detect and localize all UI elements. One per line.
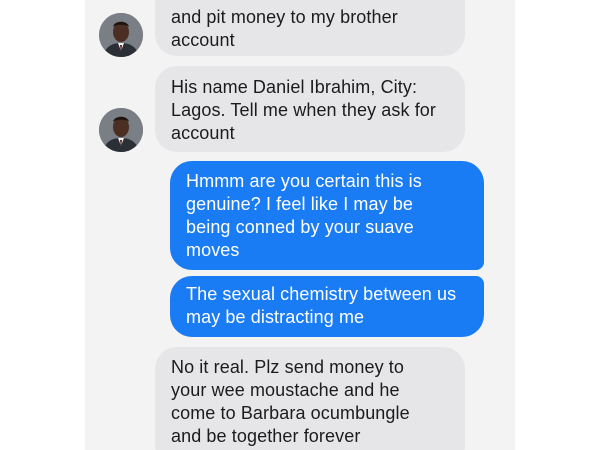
message-text-line: and be together forever — [171, 426, 361, 446]
message-text-line: being conned by your suave — [186, 217, 414, 237]
message-text-line: Hmmm are you certain this is — [186, 171, 422, 191]
outgoing-message-bubble[interactable]: Hmmm are you certain this is genuine? I … — [170, 161, 484, 270]
chat-thread[interactable]: and pit money to my brother account His … — [0, 0, 600, 450]
incoming-message-bubble[interactable]: and pit money to my brother account — [155, 0, 465, 56]
message-text-line: His name Daniel Ibrahim, City: — [171, 77, 418, 97]
incoming-message-bubble[interactable]: No it real. Plz send money to your wee m… — [155, 347, 465, 450]
message-text-line: and pit money to my brother — [171, 7, 398, 27]
message-text-line: come to Barbara ocumbungle — [171, 403, 410, 423]
message-text-line: genuine? I feel like I may be — [186, 194, 414, 214]
contact-photo-icon — [99, 13, 143, 57]
message-text-line: may be distracting me — [186, 307, 365, 327]
contact-avatar[interactable] — [99, 108, 143, 152]
message-text-line: moves — [186, 240, 240, 260]
contact-avatar[interactable] — [99, 13, 143, 57]
message-text-line: account — [171, 30, 235, 50]
message-text-line: your wee moustache and he — [171, 380, 400, 400]
contact-photo-icon — [99, 108, 143, 152]
message-text-line: No it real. Plz send money to — [171, 357, 405, 377]
message-text-line: The sexual chemistry between us — [186, 284, 457, 304]
incoming-message-bubble[interactable]: His name Daniel Ibrahim, City: Lagos. Te… — [155, 66, 465, 152]
outgoing-message-bubble[interactable]: The sexual chemistry between us may be d… — [170, 276, 484, 337]
message-text-line: Lagos. Tell me when they ask for — [171, 100, 437, 120]
message-text-line: account — [171, 123, 235, 143]
